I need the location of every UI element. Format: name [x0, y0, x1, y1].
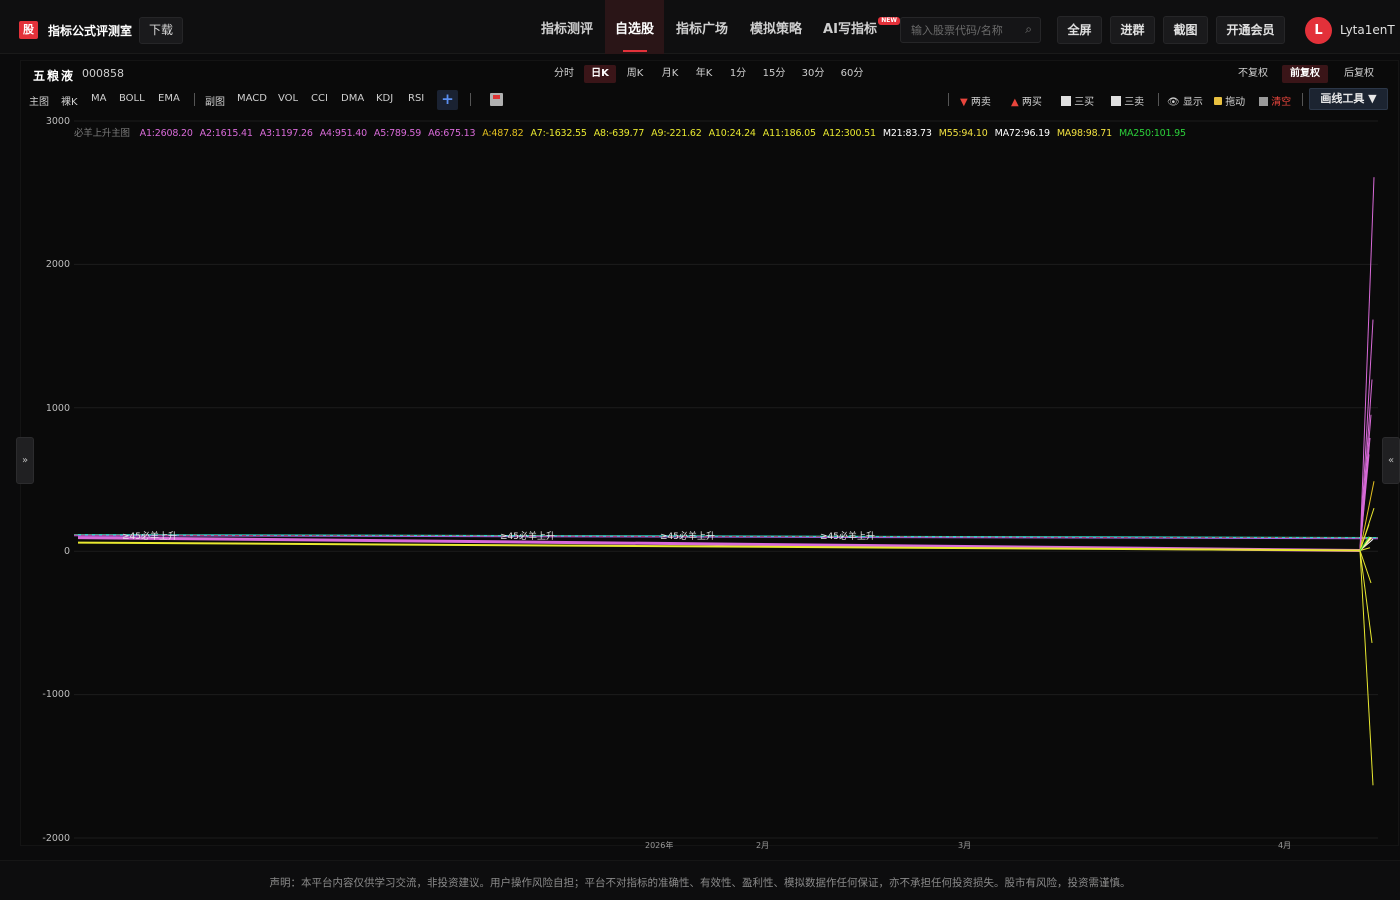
- indicator-value: M55:94.10: [938, 128, 988, 139]
- indicator-value: A10:24.24: [708, 128, 756, 139]
- indicator-value: MA98:98.71: [1056, 128, 1112, 139]
- series-line-a7: [1359, 550, 1374, 786]
- indicator-value: A6:675.13: [428, 128, 476, 139]
- y-tick-label: -2000: [42, 833, 70, 844]
- signal-annotation: ≥45必羊上升: [660, 532, 715, 542]
- y-tick-label: 1000: [45, 403, 70, 414]
- indicator-value: A8:-639.77: [593, 128, 645, 139]
- series-line-a8: [1359, 550, 1373, 644]
- chart-series: [73, 177, 1379, 786]
- x-tick-label: 3月: [958, 841, 972, 850]
- chart-grid: [74, 120, 1378, 839]
- indicator-value: A5:789.59: [373, 128, 422, 139]
- indicator-value: MA72:96.19: [994, 128, 1050, 139]
- y-tick-label: 3000: [45, 116, 70, 127]
- indicator-value: A4:951.40: [319, 128, 367, 139]
- indicator-value: M21:83.73: [882, 128, 932, 139]
- signal-annotation: ≥45必羊上升: [820, 532, 875, 542]
- indicator-value: A:487.82: [482, 128, 524, 139]
- y-tick-label: -1000: [42, 689, 70, 700]
- indicator-value: A3:1197.26: [259, 128, 313, 139]
- indicator-value: A1:2608.20: [139, 128, 193, 139]
- series-line-a1: [1359, 177, 1375, 551]
- x-tick-label: 4月: [1278, 841, 1292, 850]
- disclaimer-footer: 声明：本平台内容仅供学习交流，非投资建议。用户操作风险自担；平台不对指标的准确性…: [0, 860, 1400, 900]
- indicator-value: A2:1615.41: [199, 128, 253, 139]
- indicator-value: A11:186.05: [762, 128, 816, 139]
- indicator-value: A12:300.51: [822, 128, 876, 139]
- indicator-value: A7:-1632.55: [530, 128, 587, 139]
- x-tick-label: 2月: [756, 841, 770, 850]
- indicator-value: MA250:101.95: [1119, 128, 1186, 139]
- signal-annotation: ≥45必羊上升: [500, 532, 555, 542]
- indicator-legend: 必羊上升主图 A1:2608.20 A2:1615.41 A3:1197.26 A4:…: [74, 125, 1200, 139]
- y-tick-label: 0: [63, 546, 70, 557]
- indicator-values: A1:2608.20 A2:1615.41 A3:1197.26 A4:951.40 A…: [140, 128, 1193, 139]
- y-tick-label: 2000: [45, 259, 70, 270]
- indicator-name: 必羊上升主图: [74, 128, 130, 139]
- signal-annotation: ≥45必羊上升: [122, 532, 177, 542]
- x-tick-label: 2026年: [645, 841, 674, 850]
- indicator-value: A9:-221.62: [651, 128, 702, 139]
